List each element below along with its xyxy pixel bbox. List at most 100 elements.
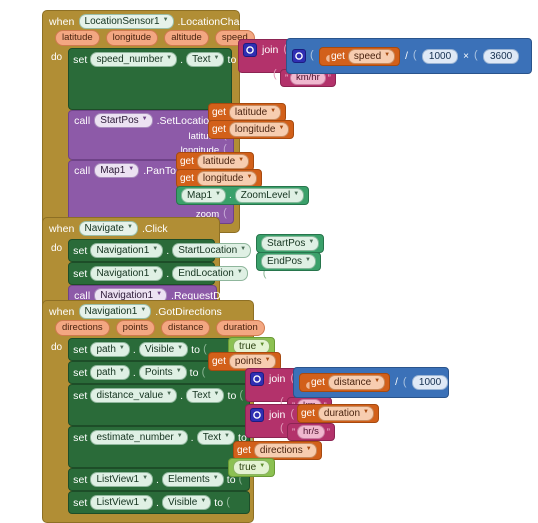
set-keyword: set: [73, 53, 88, 66]
mutator-gear-icon[interactable]: [250, 372, 264, 386]
property-dropdown-visible[interactable]: Visible ▼: [162, 495, 212, 510]
setter-distance-value-text[interactable]: set distance_value ▼ . Text ▼ to (: [68, 384, 251, 426]
param-distance[interactable]: distance: [161, 320, 211, 336]
param-altitude[interactable]: altitude: [164, 30, 209, 46]
component-dropdown-endpos[interactable]: EndPos ▼: [261, 254, 316, 269]
component-property-map1-zoomlevel[interactable]: Map1 ▼ . ZoomLevel ▼: [176, 186, 310, 205]
variable-dropdown-longitude[interactable]: longitude ▼: [228, 122, 290, 137]
property-dropdown-points[interactable]: Points ▼: [138, 365, 187, 380]
variable-dropdown-points[interactable]: points ▼: [228, 354, 276, 369]
property-dropdown-text[interactable]: Text ▼: [186, 52, 225, 67]
setter-listview1-visible[interactable]: set ListView1 ▼ . Visible ▼ to (: [68, 491, 251, 514]
object-dropdown-navigation1[interactable]: Navigation1 ▼: [90, 266, 164, 281]
mutator-gear-icon[interactable]: [243, 43, 257, 57]
component-dropdown-map1[interactable]: Map1 ▼: [181, 188, 226, 203]
object-dropdown-listview1[interactable]: ListView1 ▼: [90, 472, 154, 487]
text-block-hrs[interactable]: ( ” hr/s ”: [280, 422, 335, 441]
variable-dropdown-speed[interactable]: speed ▼: [347, 48, 396, 64]
object-dropdown-path[interactable]: path ▼: [90, 342, 130, 357]
variable-dropdown-latitude[interactable]: latitude ▼: [228, 105, 282, 120]
param-latitude[interactable]: latitude: [55, 30, 100, 46]
object-dropdown-distance-value[interactable]: distance_value ▼: [90, 388, 178, 403]
setter-listview1-elements[interactable]: set ListView1 ▼ . Elements ▼ to (: [68, 468, 251, 491]
blocks-workspace[interactable]: when LocationSensor1 ▼ .LocationChanged l…: [0, 0, 538, 523]
text-literal-hrs[interactable]: ” hr/s ”: [287, 423, 335, 441]
object-dropdown-listview1[interactable]: ListView1 ▼: [90, 495, 154, 510]
variable-dropdown-duration[interactable]: duration ▼: [317, 406, 374, 421]
number-3600[interactable]: 3600: [482, 48, 520, 64]
setter-navigation1-startlocation[interactable]: set Navigation1▼ . StartLocation▼ to (: [68, 239, 270, 262]
getter-duration[interactable]: get duration ▼: [297, 404, 379, 423]
object-dropdown-path[interactable]: path ▼: [90, 365, 130, 380]
operator-divide: /: [405, 50, 408, 62]
property-dropdown-startlocation[interactable]: StartLocation ▼: [172, 243, 252, 258]
number-1000[interactable]: 1000: [421, 48, 459, 64]
property-dropdown-elements[interactable]: Elements ▼: [162, 472, 224, 487]
event-header: when Navigate ▼ .Click: [43, 218, 219, 237]
arg-row-latitude: latitude (: [74, 128, 228, 142]
param-duration[interactable]: duration: [216, 320, 265, 336]
object-dropdown-navigation1[interactable]: Navigation1 ▼: [90, 243, 164, 258]
property-dropdown-visible[interactable]: Visible ▼: [138, 342, 189, 357]
getter-speed[interactable]: ◖ get speed ▼: [319, 46, 401, 67]
number-1000[interactable]: 1000: [411, 375, 449, 390]
chevron-down-icon: ▼: [126, 224, 133, 230]
socket-notch: (: [201, 365, 206, 378]
property-dropdown-zoomlevel[interactable]: ZoomLevel ▼: [234, 188, 305, 203]
event-block-got-directions[interactable]: when Navigation1 ▼ .GotDirections directi…: [42, 300, 265, 523]
object-dropdown-map1[interactable]: Map1 ▼: [94, 163, 140, 178]
setter-navigation1-endlocation[interactable]: set Navigation1 ▼ . EndLocation ▼ to (: [68, 262, 266, 285]
socket-notch: (: [412, 49, 417, 61]
dot-separator: .: [132, 343, 136, 356]
param-directions[interactable]: directions: [55, 320, 110, 336]
socket-notch: (: [310, 49, 314, 61]
chevron-down-icon: ▼: [293, 191, 300, 197]
component-block-startpos[interactable]: StartPos ▼: [256, 234, 325, 253]
chevron-down-icon: ▼: [264, 357, 271, 363]
variable-dropdown-latitude[interactable]: latitude ▼: [196, 154, 250, 169]
component-dropdown-navigate[interactable]: Navigate ▼: [78, 221, 138, 236]
object-dropdown-speed-number[interactable]: speed_number ▼: [90, 52, 178, 67]
param-longitude[interactable]: longitude: [105, 30, 159, 46]
text-value[interactable]: hr/s: [297, 425, 325, 439]
getter-longitude-1[interactable]: get longitude ▼: [208, 120, 295, 139]
set-keyword: set: [73, 473, 88, 486]
setter-estimate-number-text[interactable]: set estimate_number▼ . Text▼ to (: [68, 426, 254, 468]
statement-stack: set Navigation1▼ . StartLocation▼ to ( s…: [68, 239, 270, 307]
chevron-down-icon: ▼: [162, 17, 169, 23]
property-dropdown-endlocation[interactable]: EndLocation ▼: [172, 266, 248, 281]
component-block-endpos[interactable]: EndPos ▼: [256, 252, 321, 271]
get-keyword: get: [237, 445, 251, 456]
mutator-gear-icon[interactable]: [250, 408, 264, 422]
chevron-down-icon: ▼: [240, 246, 247, 252]
math-block-distance-conversion[interactable]: ◖ get distance ▼ / ( 1000: [293, 367, 449, 398]
component-dropdown-startpos[interactable]: StartPos ▼: [261, 236, 320, 251]
chevron-down-icon: ▼: [213, 55, 220, 61]
when-keyword: when: [49, 222, 75, 235]
object-dropdown-startpos[interactable]: StartPos ▼: [94, 113, 153, 128]
chevron-down-icon: ▼: [259, 463, 266, 469]
math-block-speed-conversion[interactable]: ( ◖ get speed ▼ / ( 1000 × ( 3600: [286, 38, 532, 74]
component-dropdown-navigation1[interactable]: Navigation1 ▼: [78, 304, 152, 319]
mutator-gear-icon[interactable]: [292, 49, 306, 63]
param-points[interactable]: points: [115, 320, 156, 336]
property-dropdown-text[interactable]: Text ▼: [196, 430, 235, 445]
setter-speed-number-text[interactable]: set speed_number▼ . Text▼ to (: [68, 48, 243, 110]
object-dropdown-estimate-number[interactable]: estimate_number ▼: [90, 430, 188, 445]
component-dropdown-locationsensor1[interactable]: LocationSensor1 ▼: [78, 14, 174, 29]
logic-block-true-2[interactable]: true ▼: [228, 458, 276, 477]
variable-dropdown-longitude[interactable]: longitude ▼: [196, 171, 258, 186]
chevron-down-icon: ▼: [212, 475, 219, 481]
get-keyword: get: [331, 50, 345, 62]
chevron-down-icon: ▼: [166, 391, 173, 397]
variable-dropdown-distance[interactable]: distance ▼: [327, 375, 386, 390]
socket-notch: (: [473, 49, 478, 61]
variable-dropdown-directions[interactable]: directions ▼: [253, 443, 317, 458]
property-dropdown-text[interactable]: Text ▼: [186, 388, 225, 403]
get-keyword: get: [212, 124, 226, 135]
chevron-down-icon: ▼: [305, 257, 311, 263]
socket-notch: (: [273, 68, 277, 80]
getter-distance[interactable]: ◖ get distance ▼: [299, 373, 391, 394]
chevron-down-icon: ▼: [305, 446, 312, 452]
boolean-dropdown-true[interactable]: true ▼: [233, 460, 271, 475]
